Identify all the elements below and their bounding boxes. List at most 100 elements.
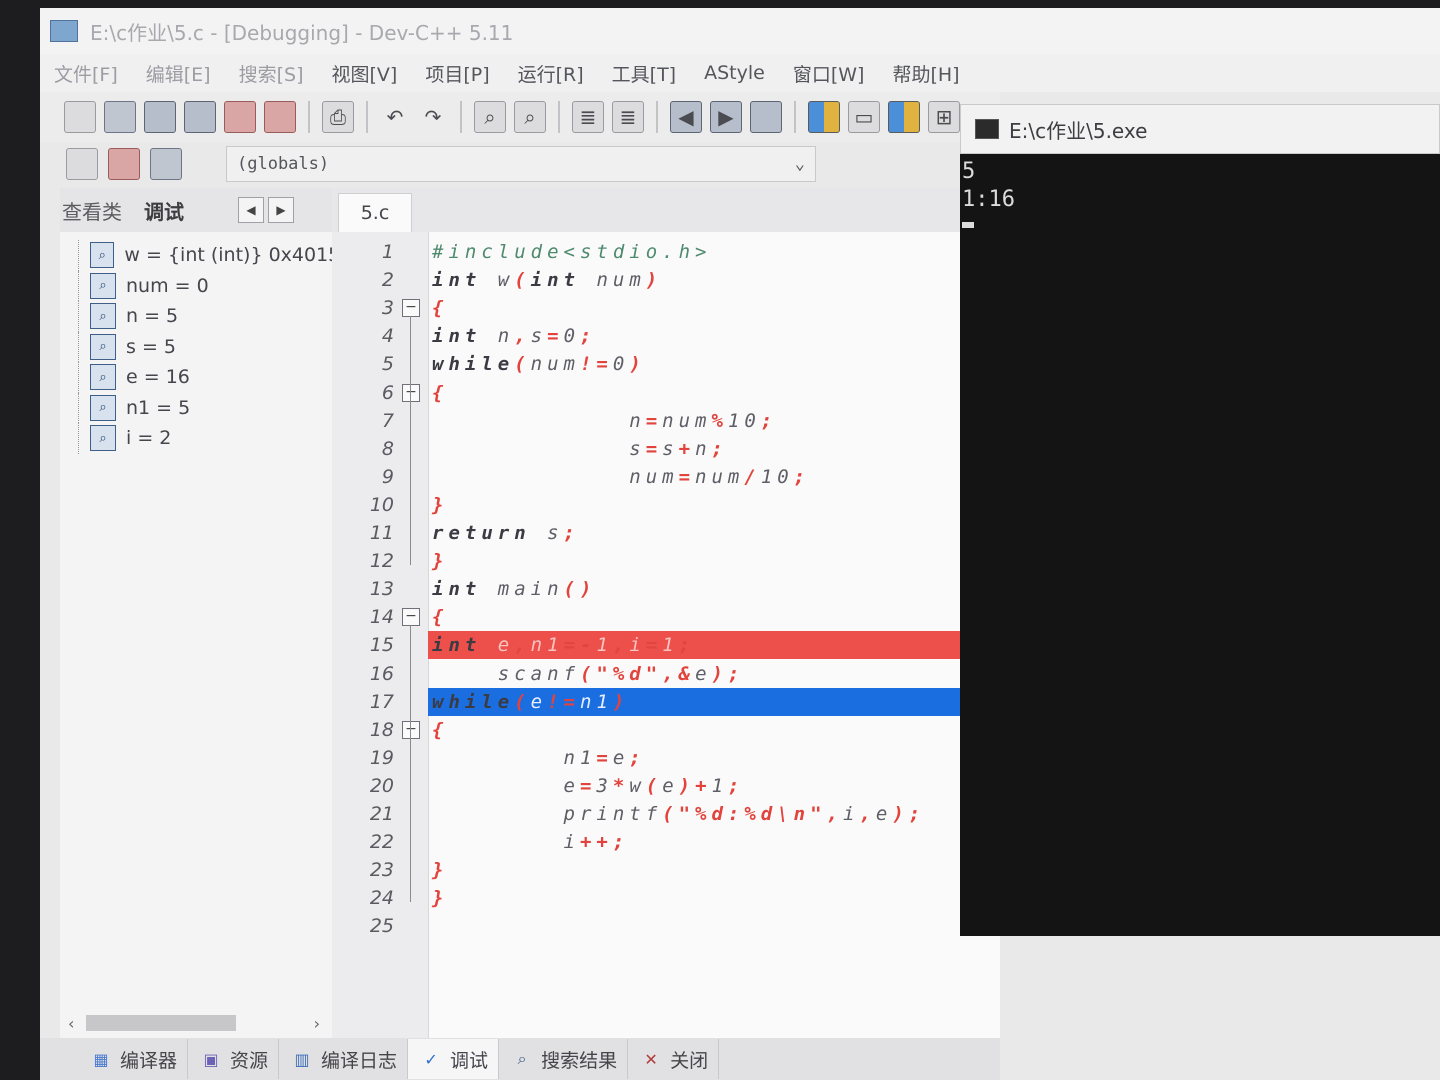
menu-item[interactable]: 编辑[E] <box>132 60 225 87</box>
bottom-tab[interactable]: ✕ 关闭 <box>628 1039 720 1079</box>
menu-item[interactable]: AStyle <box>690 62 779 84</box>
find-icon[interactable]: ⌕ <box>474 101 506 133</box>
line-number: 5 <box>381 353 394 376</box>
watch-item[interactable]: ⌕ w = {int (int)} 0x4015: <box>60 240 332 271</box>
console-line: 5 <box>962 159 976 184</box>
undo-icon[interactable]: ↶ <box>380 102 410 132</box>
code-line[interactable]: scanf("%d" ,& e); <box>428 660 1004 688</box>
code-line[interactable]: return s; <box>428 519 1004 547</box>
code-line[interactable]: #include<stdio.h> <box>428 238 1004 266</box>
code-line[interactable] <box>428 912 1004 940</box>
bottom-tab[interactable]: ▣ 资源 <box>188 1039 280 1079</box>
tree-line <box>78 423 91 454</box>
window-title: E:\c作业\5.c - [Debugging] - Dev-C++ 5.11 <box>90 20 514 45</box>
watch-item[interactable]: ⌕ n = 5 <box>60 301 332 332</box>
fold-guide <box>410 400 411 509</box>
fold-toggle-icon[interactable]: − <box>402 720 420 739</box>
menu-item[interactable]: 窗口[W] <box>779 60 879 87</box>
bottom-panel-tabs: ▦ 编译器 ▣ 资源 ▥ 编译日志 ✓ 调试 ⌕ 搜索结果 ✕ 关闭 <box>40 1038 1000 1080</box>
code-line[interactable]: } <box>428 884 1004 912</box>
bottom-tab-label: 资源 <box>230 1049 269 1072</box>
code-line[interactable]: num = num/10; <box>428 463 1004 491</box>
code-line[interactable]: printf("%d:%d\n", i, e); <box>428 800 1004 828</box>
fold-toggle-icon[interactable]: − <box>402 383 420 402</box>
save-all-icon[interactable] <box>184 101 216 133</box>
watch-item[interactable]: ⌕ n1 = 5 <box>60 392 332 423</box>
close-all-icon[interactable] <box>264 101 296 133</box>
code-line[interactable]: while(e != n1) <box>428 687 1004 716</box>
tab-class-view[interactable]: 查看类 <box>60 196 124 225</box>
code-line[interactable]: { <box>428 294 1004 322</box>
close-file-icon[interactable] <box>224 101 256 133</box>
compiler-icon: ▦ <box>93 1049 109 1069</box>
unindent-icon[interactable]: ≣ <box>612 101 644 133</box>
watch-item[interactable]: ⌕ e = 16 <box>60 362 332 393</box>
new-class-icon[interactable] <box>66 148 98 180</box>
print-icon[interactable]: ⎙ <box>322 101 354 133</box>
tab-debug[interactable]: 调试 <box>142 196 186 225</box>
code-line[interactable]: } <box>428 491 1004 519</box>
code-line[interactable]: n = num% 10; <box>428 407 1004 435</box>
toggle-icon[interactable] <box>150 148 182 180</box>
menu-item[interactable]: 工具[T] <box>598 60 690 87</box>
save-icon[interactable] <box>144 101 176 133</box>
code-line[interactable]: } <box>428 547 1004 575</box>
bookmark-icon[interactable] <box>750 101 782 133</box>
new-file-icon[interactable] <box>64 101 96 133</box>
menu-item[interactable]: 运行[R] <box>504 60 598 87</box>
scroll-right-icon[interactable]: › <box>314 1014 320 1033</box>
line-number: 11 <box>369 522 394 544</box>
code-line[interactable]: e = 3 * w(e)+ 1; <box>428 772 1004 800</box>
code-line[interactable]: s = s + n; <box>428 435 1004 463</box>
bottom-tab[interactable]: ▥ 编译日志 <box>279 1039 409 1079</box>
fullscreen-icon[interactable]: ▭ <box>848 101 880 133</box>
menu-item[interactable]: 项目[P] <box>411 60 503 87</box>
code-line[interactable]: { <box>428 603 1004 631</box>
watch-item-label: n1 = 5 <box>126 396 191 419</box>
code-line[interactable]: { <box>428 716 1004 744</box>
code-line[interactable]: int main() <box>428 575 1004 603</box>
watch-item[interactable]: ⌕ s = 5 <box>60 331 332 362</box>
code-line[interactable]: { <box>428 379 1004 407</box>
forward-icon[interactable]: ▶ <box>710 101 742 133</box>
watch-item[interactable]: ⌕ num = 0 <box>60 270 332 301</box>
file-tab[interactable]: 5.c <box>338 193 412 232</box>
code-line[interactable]: i ++; <box>428 828 1004 856</box>
console-output[interactable]: 5 1:16 <box>960 154 1440 936</box>
code-line[interactable]: } <box>428 856 1004 884</box>
menu-item[interactable]: 文件[F] <box>40 60 132 87</box>
app-icon <box>50 20 78 42</box>
code-area[interactable]: #include<stdio.h> int w(int num){ int n,s… <box>428 232 1004 1038</box>
menu-item[interactable]: 搜索[S] <box>225 60 318 87</box>
scroll-thumb[interactable] <box>86 1015 237 1031</box>
layout-icon[interactable]: ⊞ <box>928 101 960 133</box>
watch-item[interactable]: ⌕ i = 2 <box>60 423 332 454</box>
project-view-icon[interactable] <box>808 101 840 133</box>
fold-toggle-icon[interactable]: − <box>402 299 420 318</box>
tile-windows-icon[interactable] <box>888 101 920 133</box>
menu-item[interactable]: 帮助[H] <box>878 60 973 87</box>
bottom-tab[interactable]: ⌕ 搜索结果 <box>499 1039 629 1079</box>
insert-icon[interactable] <box>108 148 140 180</box>
code-line[interactable]: int w(int num) <box>428 266 1004 294</box>
scroll-left-icon[interactable]: ‹ <box>68 1014 74 1033</box>
menu-item[interactable]: 视图[V] <box>318 60 412 87</box>
line-number: 18 <box>369 718 394 741</box>
watch-variable-icon: ⌕ <box>90 394 116 421</box>
bottom-tab[interactable]: ▦ 编译器 <box>78 1039 189 1079</box>
open-file-icon[interactable] <box>104 101 136 133</box>
scope-dropdown[interactable]: (globals) ⌄ <box>226 146 816 182</box>
horizontal-scrollbar[interactable]: ‹ › <box>68 1012 320 1034</box>
code-line[interactable]: int n, s = 0; <box>428 322 1004 350</box>
indent-icon[interactable]: ≣ <box>572 101 604 133</box>
code-line[interactable]: int e, n1 =- 1, i = 1; <box>428 631 1004 660</box>
arrow-left-icon[interactable]: ◀ <box>238 197 264 223</box>
code-line[interactable]: n1 = e; <box>428 744 1004 772</box>
replace-icon[interactable]: ⌕ <box>514 101 546 133</box>
back-icon[interactable]: ◀ <box>670 101 702 133</box>
fold-toggle-icon[interactable]: − <box>402 608 420 627</box>
bottom-tab[interactable]: ✓ 调试 <box>408 1039 500 1079</box>
redo-icon[interactable]: ↷ <box>418 102 448 132</box>
code-line[interactable]: while(num != 0) <box>428 350 1004 378</box>
arrow-right-icon[interactable]: ▶ <box>268 197 294 223</box>
